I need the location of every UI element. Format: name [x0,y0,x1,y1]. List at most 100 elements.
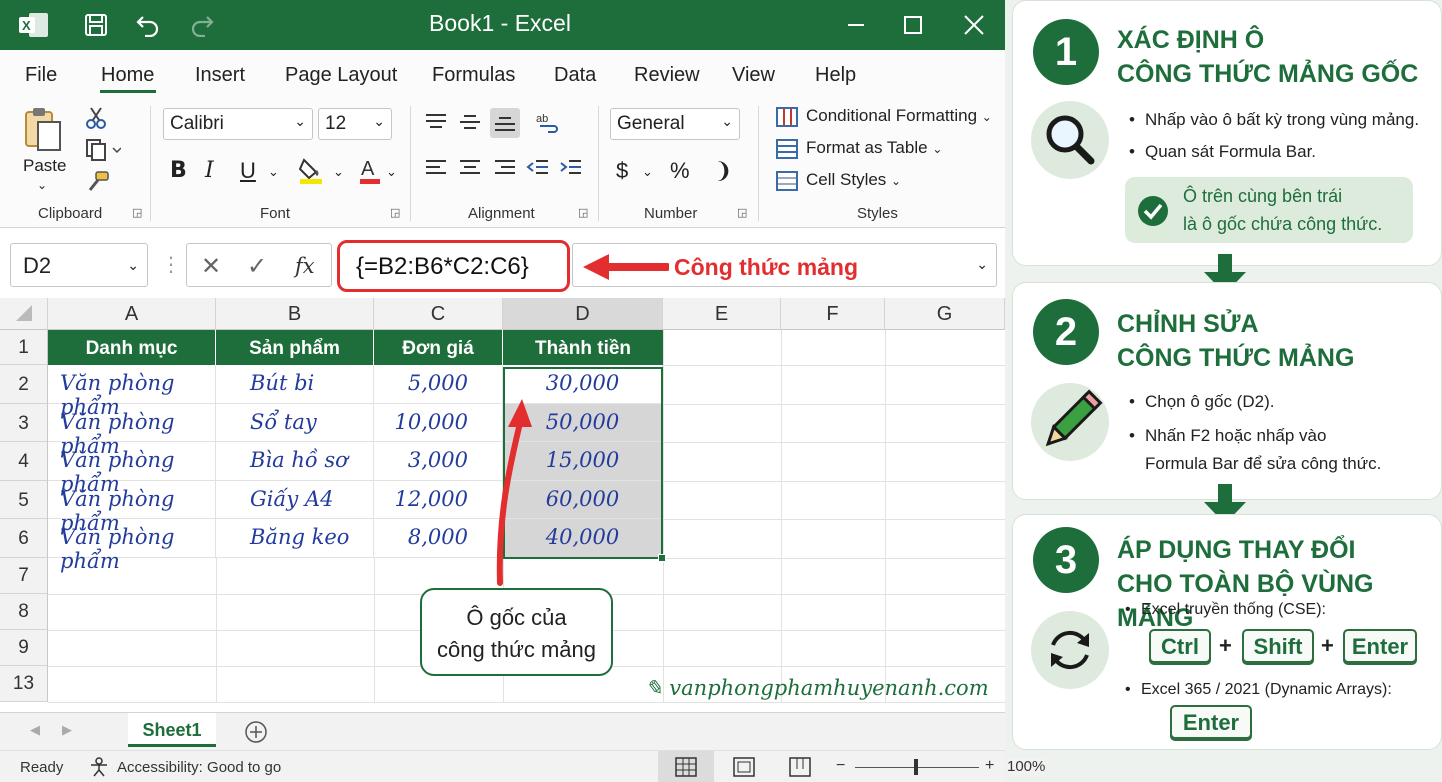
format-painter-icon[interactable] [86,170,110,198]
row-header[interactable]: 7 [0,558,48,594]
header-cell-amount[interactable]: Thành tiền [503,330,663,365]
scroll-left-icon[interactable]: ◀ [30,722,40,738]
page-layout-view-icon[interactable] [733,757,755,777]
align-right-icon[interactable] [493,158,517,184]
column-header-f[interactable]: F [781,298,885,330]
italic-button[interactable]: I [205,158,214,183]
table-cell[interactable]: Văn phòng phẩm [48,365,216,419]
table-cell[interactable]: Bìa hồ sơ [216,442,374,481]
font-name-select[interactable]: Calibri ⌄ [163,108,313,140]
chevron-down-icon[interactable]: ⌄ [976,256,988,273]
add-sheet-icon[interactable] [244,720,268,744]
zoom-in-icon[interactable]: + [985,757,994,775]
accessibility-icon[interactable] [88,757,110,777]
column-header-a[interactable]: A [48,298,216,330]
table-cell[interactable]: Văn phòng phẩm [48,442,216,496]
paste-label[interactable]: Paste [23,156,66,176]
header-cell-category[interactable]: Danh mục [48,330,216,365]
decrease-indent-icon[interactable] [526,158,550,184]
column-header-e[interactable]: E [663,298,781,330]
format-as-table-button[interactable]: Format as Table ⌄ [776,138,942,159]
scroll-right-icon[interactable]: ▶ [62,722,72,738]
row-header[interactable]: 2 [0,365,48,404]
row-header[interactable]: 5 [0,481,48,519]
paste-dropdown-icon[interactable]: ⌄ [37,178,47,192]
name-box[interactable]: D2 ⌄ [10,243,148,287]
bold-button[interactable]: B [170,158,187,183]
increase-indent-icon[interactable] [559,158,583,184]
percent-button[interactable]: % [670,158,690,184]
minimize-icon[interactable] [840,9,872,41]
number-launcher-icon[interactable]: ◲ [737,206,747,219]
align-left-icon[interactable] [424,158,448,184]
clipboard-launcher-icon[interactable]: ◲ [132,206,142,219]
underline-button[interactable]: U [240,158,256,184]
font-size-select[interactable]: 12 ⌄ [318,108,392,140]
column-header-b[interactable]: B [216,298,374,330]
fill-color-dropdown-icon[interactable]: ⌄ [333,164,344,180]
table-cell[interactable]: Bút bi [216,365,374,404]
underline-dropdown-icon[interactable]: ⌄ [268,164,279,180]
fill-color-icon[interactable] [298,156,324,190]
column-header-d[interactable]: D [503,298,663,330]
maximize-icon[interactable] [897,9,929,41]
undo-icon[interactable] [132,9,164,41]
column-header-c[interactable]: C [374,298,503,330]
align-top-icon[interactable] [424,112,448,138]
font-color-icon[interactable]: A [358,156,382,190]
table-cell[interactable]: Sổ tay [216,404,374,442]
page-break-view-icon[interactable] [789,757,811,777]
row-header[interactable]: 3 [0,404,48,442]
wrap-text-icon[interactable]: ab [536,110,560,140]
zoom-slider-thumb[interactable] [914,759,918,775]
enter-check-icon[interactable]: ✓ [247,252,267,281]
tab-view[interactable]: View [732,64,775,87]
column-header-g[interactable]: G [885,298,1005,330]
font-launcher-icon[interactable]: ◲ [390,206,400,219]
align-center-icon[interactable] [458,158,482,184]
zoom-out-icon[interactable]: − [836,757,845,775]
copy-icon[interactable] [85,138,122,168]
row-header[interactable]: 8 [0,594,48,630]
tab-home[interactable]: Home [101,64,154,87]
align-bottom-icon[interactable] [490,108,520,138]
cell-styles-button[interactable]: Cell Styles ⌄ [776,170,901,191]
comma-style-button[interactable]: ❩ [714,158,732,184]
row-header[interactable]: 9 [0,630,48,666]
formula-input[interactable]: {=B2:B6*C2:C6} [337,240,570,292]
row-header[interactable]: 6 [0,519,48,558]
table-cell[interactable]: Văn phòng phẩm [48,519,216,573]
cancel-icon[interactable]: ✕ [201,252,221,281]
tab-file[interactable]: File [25,64,57,87]
cut-icon[interactable] [85,106,107,136]
redo-icon[interactable] [186,9,218,41]
alignment-launcher-icon[interactable]: ◲ [578,206,588,219]
conditional-formatting-button[interactable]: Conditional Formatting ⌄ [776,106,992,127]
normal-view-button[interactable] [658,751,714,782]
status-accessibility[interactable]: Accessibility: Good to go [117,759,281,776]
align-middle-icon[interactable] [458,112,482,138]
font-color-dropdown-icon[interactable]: ⌄ [386,164,397,180]
currency-dropdown-icon[interactable]: ⌄ [642,164,653,180]
save-icon[interactable] [80,9,112,41]
close-icon[interactable] [958,9,990,41]
row-header[interactable]: 13 [0,666,48,702]
row-header[interactable]: 4 [0,442,48,481]
tab-page-layout[interactable]: Page Layout [285,64,397,87]
header-cell-product[interactable]: Sản phẩm [216,330,374,365]
tab-insert[interactable]: Insert [195,64,245,87]
currency-button[interactable]: $ [616,158,628,184]
tab-data[interactable]: Data [554,64,596,87]
fill-handle[interactable] [658,554,666,562]
tab-help[interactable]: Help [815,64,856,87]
number-format-select[interactable]: General ⌄ [610,108,740,140]
insert-function-icon[interactable]: fx [295,254,315,278]
tab-review[interactable]: Review [634,64,700,87]
select-all-corner[interactable] [0,298,48,330]
tab-formulas[interactable]: Formulas [432,64,515,87]
table-cell[interactable]: Văn phòng phẩm [48,481,216,535]
table-cell[interactable]: Văn phòng phẩm [48,404,216,458]
paste-icon[interactable] [22,106,64,154]
table-cell[interactable]: Băng keo [216,519,374,558]
header-cell-unit-price[interactable]: Đơn giá [374,330,503,365]
